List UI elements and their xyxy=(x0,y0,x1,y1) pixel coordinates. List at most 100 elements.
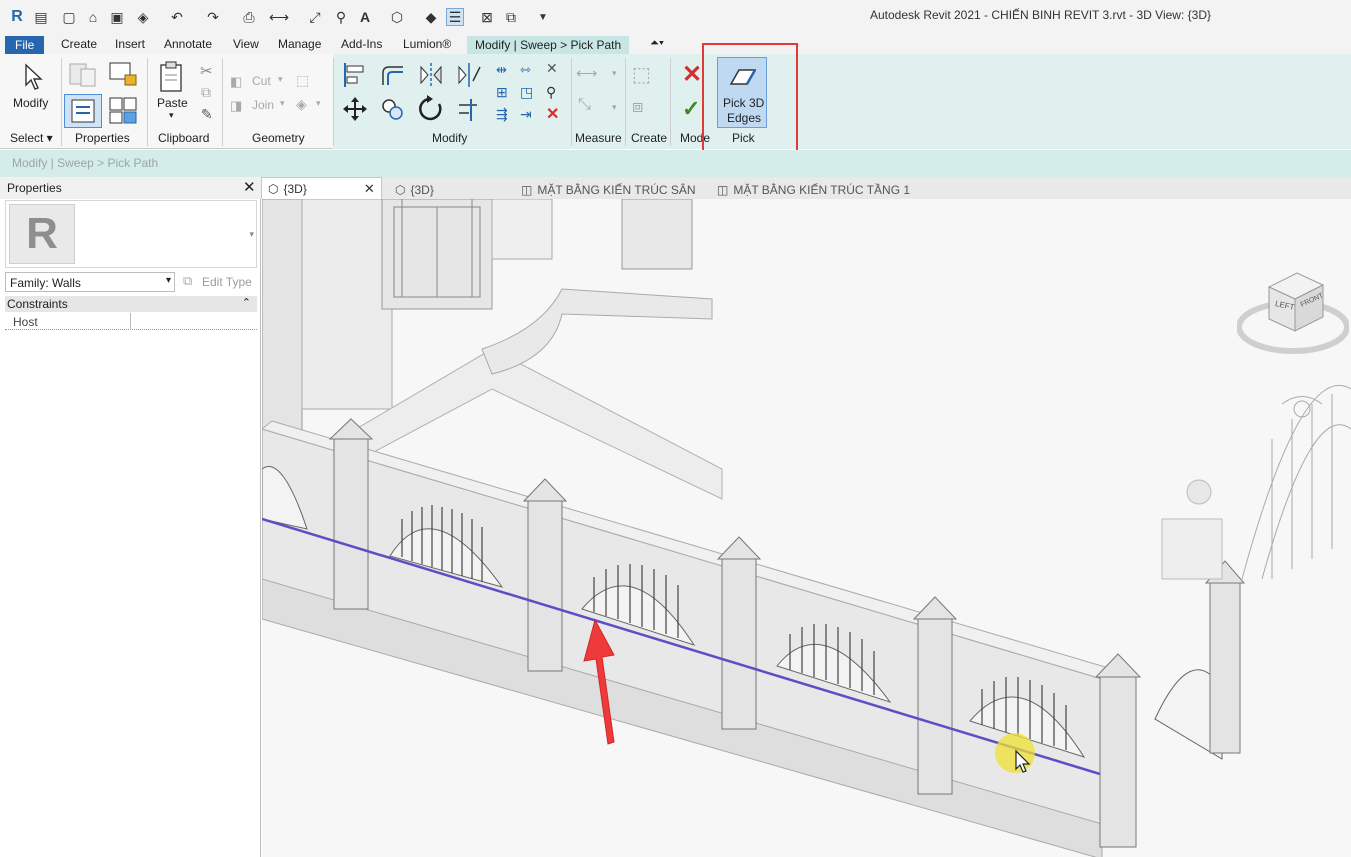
type-properties-icon[interactable] xyxy=(66,60,100,90)
undo-icon[interactable]: ↶ xyxy=(168,8,186,26)
thin-lines-icon[interactable]: ☰ xyxy=(446,8,464,26)
family-filter-select[interactable]: Family: Walls ▾ xyxy=(5,272,175,292)
constraints-section-header[interactable]: Constraints ⌃ xyxy=(5,296,257,312)
tab-manage[interactable]: Manage xyxy=(278,36,321,54)
finish-mode-icon[interactable]: ✓ xyxy=(682,96,700,122)
tab-add-ins[interactable]: Add-Ins xyxy=(341,36,382,54)
paste-button-label[interactable]: Paste xyxy=(157,96,188,110)
cut-geometry-label[interactable]: Cut xyxy=(252,74,271,88)
join-geometry-label[interactable]: Join xyxy=(252,98,274,112)
properties-toggle-icon[interactable] xyxy=(64,94,102,128)
measure-between-icon[interactable]: ⟷ xyxy=(576,64,598,82)
trim-single-icon[interactable]: ⇥ xyxy=(520,106,532,123)
split-element-icon[interactable]: ⇹ xyxy=(496,62,507,78)
match-type-icon[interactable]: ✎ xyxy=(201,106,213,123)
3d-model-drawing xyxy=(262,199,1351,857)
chevron-down-icon[interactable]: ▾ xyxy=(166,275,171,286)
switch-windows-icon[interactable]: ⧉ xyxy=(502,8,520,26)
view-tab-bar: ⬡ {3D} ✕ ⬡ {3D} ◫ MẶT BẰNG KIẾN TRÚC SÂN… xyxy=(261,177,1351,199)
type-selector-dropdown-icon[interactable]: ▾ xyxy=(249,229,254,240)
close-icon[interactable]: ✕ xyxy=(243,178,256,196)
sync-icon[interactable]: ◈ xyxy=(134,8,152,26)
panel-divider xyxy=(147,58,148,146)
mirror-draw-axis-icon[interactable] xyxy=(454,60,484,90)
viewcube[interactable]: LEFT FRONT xyxy=(1236,269,1350,359)
close-hidden-icon[interactable]: ⊠ xyxy=(478,8,496,26)
measure-dropdown-icon[interactable]: ▾ xyxy=(612,68,617,79)
revit-family-icon: R xyxy=(26,209,58,258)
print-icon[interactable]: ⎙ xyxy=(240,8,258,26)
view-tab-3d-active[interactable]: ⬡ {3D} ✕ xyxy=(261,177,382,199)
create-assembly-icon[interactable]: ⬚ xyxy=(632,62,651,87)
rotate-icon[interactable] xyxy=(416,94,446,124)
create-parts-icon[interactable]: ⧈ xyxy=(632,96,643,117)
select-panel-label[interactable]: Select ▾ xyxy=(10,131,53,145)
window-title: Autodesk Revit 2021 - CHIẾN BINH REVIT 3… xyxy=(869,8,1211,22)
type-selector[interactable]: R ▾ xyxy=(5,200,257,268)
cut-icon[interactable]: ✂ xyxy=(200,62,213,80)
mirror-pick-axis-icon[interactable] xyxy=(416,60,446,90)
delete-icon[interactable]: ✕ xyxy=(546,104,559,124)
tab-create[interactable]: Create xyxy=(61,36,97,54)
tab-view[interactable]: View xyxy=(233,36,259,54)
join-dropdown-icon[interactable]: ▾ xyxy=(280,98,285,109)
tab-modify-sweep-pick-path[interactable]: Modify | Sweep > Pick Path xyxy=(467,36,630,54)
revit-logo-icon[interactable]: R xyxy=(8,8,26,26)
scale-icon[interactable]: ◳ xyxy=(520,84,533,101)
align-icon[interactable] xyxy=(340,60,370,90)
redo-icon[interactable]: ↷ xyxy=(204,8,222,26)
measure-icon[interactable]: ⟷ xyxy=(269,8,289,26)
text-icon[interactable]: A xyxy=(356,8,374,26)
modify-button-label[interactable]: Modify xyxy=(13,96,48,110)
paste-icon[interactable] xyxy=(156,60,186,94)
view-tab-label: {3D} xyxy=(410,182,434,197)
3d-view-icon[interactable]: ⬡ xyxy=(388,8,406,26)
3d-view-canvas[interactable]: LEFT FRONT xyxy=(262,199,1351,857)
array-icon[interactable]: ⊞ xyxy=(496,84,508,101)
tab-lumion[interactable]: Lumion® xyxy=(403,36,451,54)
collapse-icon[interactable]: ⌃ xyxy=(242,296,251,309)
edit-type-icon[interactable]: ⧉ xyxy=(183,273,192,289)
tab-annotate[interactable]: Annotate xyxy=(164,36,212,54)
qat-customize-icon[interactable]: ▼ xyxy=(534,8,552,26)
split-with-gap-icon[interactable]: ⇿ xyxy=(520,62,531,78)
aligned-dimension-icon[interactable]: ⤡ xyxy=(578,96,591,114)
split-face-icon[interactable]: ◈ xyxy=(296,96,307,113)
edit-type-button[interactable]: Edit Type xyxy=(202,275,252,289)
section-icon[interactable]: ◆ xyxy=(422,8,440,26)
view-tab-mat-bang-tang-1[interactable]: ◫ MẶT BẰNG KIẾN TRÚC TẦNG 1 xyxy=(717,180,910,199)
copy-icon[interactable]: ⧉ xyxy=(201,84,211,101)
move-icon[interactable] xyxy=(340,94,370,124)
dimension-icon[interactable]: ⤢ xyxy=(306,8,324,26)
trim-extend-icon[interactable] xyxy=(454,94,484,124)
ribbon-display-toggle-icon[interactable]: ⏶▾ xyxy=(650,36,664,54)
copy-elements-icon[interactable] xyxy=(378,94,408,124)
modify-cursor-icon[interactable] xyxy=(20,62,46,92)
view-tab-mat-bang-san[interactable]: ◫ MẶT BẰNG KIẾN TRÚC SÂN xyxy=(521,180,696,199)
save-icon[interactable]: ▣ xyxy=(108,8,126,26)
family-types-icon[interactable] xyxy=(106,60,140,90)
open-icon[interactable]: ⌂ xyxy=(84,8,102,26)
tag-icon[interactable]: ⚲ xyxy=(332,8,350,26)
cut-geometry-icon[interactable]: ◧ xyxy=(230,74,242,90)
tab-file[interactable]: File xyxy=(5,36,45,54)
paste-dropdown-icon[interactable]: ▾ xyxy=(169,110,174,121)
type-selector-icon[interactable] xyxy=(106,94,140,126)
tab-insert[interactable]: Insert xyxy=(115,36,145,54)
dimension-dropdown-icon[interactable]: ▾ xyxy=(612,102,617,113)
trim-multiple-icon[interactable]: ⇶ xyxy=(496,106,508,123)
pin-icon[interactable]: ⚲ xyxy=(546,84,556,101)
view-tab-label: MẶT BẰNG KIẾN TRÚC TẦNG 1 xyxy=(733,182,911,197)
wall-joins-icon[interactable]: ⬚ xyxy=(296,72,309,89)
join-geometry-icon[interactable]: ◨ xyxy=(230,98,242,114)
close-icon[interactable]: ✕ xyxy=(364,181,375,197)
panel-divider xyxy=(61,58,62,146)
cut-dropdown-icon[interactable]: ▾ xyxy=(278,74,283,85)
view-tab-3d[interactable]: ⬡ {3D} xyxy=(395,180,434,199)
new-icon[interactable]: ▢ xyxy=(60,8,78,26)
unpin-icon[interactable]: ✕ xyxy=(546,60,558,77)
offset-icon[interactable] xyxy=(378,60,408,90)
split-dropdown-icon[interactable]: ▾ xyxy=(316,98,321,109)
recent-files-icon[interactable]: ▤ xyxy=(32,8,50,26)
cancel-mode-icon[interactable]: ✕ xyxy=(682,60,702,89)
